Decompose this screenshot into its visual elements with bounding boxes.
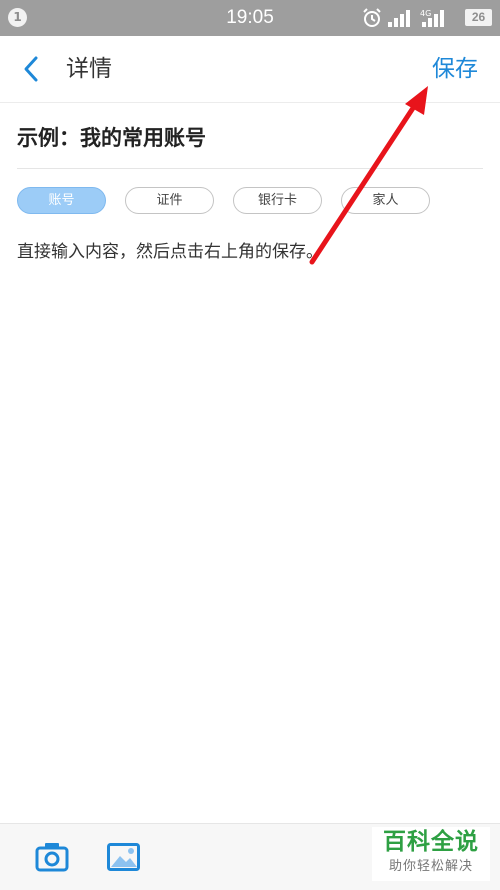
content-editor[interactable]: 直接输入内容，然后点击右上角的保存。 (17, 238, 323, 266)
battery-indicator: 26 (465, 9, 492, 26)
camera-button[interactable] (35, 841, 69, 873)
signal-icon (388, 10, 410, 27)
chevron-left-icon (24, 56, 38, 82)
example-title[interactable]: 示例：我的常用账号 (17, 118, 206, 158)
page-title: 详情 (66, 56, 112, 82)
network-label: 4G (420, 9, 431, 18)
camera-icon (35, 843, 69, 872)
tag-account[interactable]: 账号 (17, 187, 106, 214)
status-icons: 4G 26 (362, 7, 492, 29)
divider (17, 168, 483, 169)
tag-certificate[interactable]: 证件 (125, 187, 214, 214)
watermark-subtitle: 助你轻松解决 (388, 859, 473, 874)
image-button[interactable] (107, 843, 140, 871)
alarm-icon (363, 8, 381, 27)
back-button[interactable] (18, 52, 48, 86)
tag-family[interactable]: 家人 (341, 187, 430, 214)
tag-bank-card[interactable]: 银行卡 (233, 187, 322, 214)
signal-4g-icon: 4G (420, 9, 444, 27)
image-icon (107, 843, 140, 871)
save-button[interactable]: 保存 (432, 36, 478, 102)
watermark-title: 百科全说 (383, 829, 479, 855)
status-bar: 1 19:05 4G 26 (0, 0, 500, 36)
header-bar: 详情 保存 (0, 36, 500, 103)
watermark-logo: 百科全说 助你轻松解决 (372, 827, 490, 881)
